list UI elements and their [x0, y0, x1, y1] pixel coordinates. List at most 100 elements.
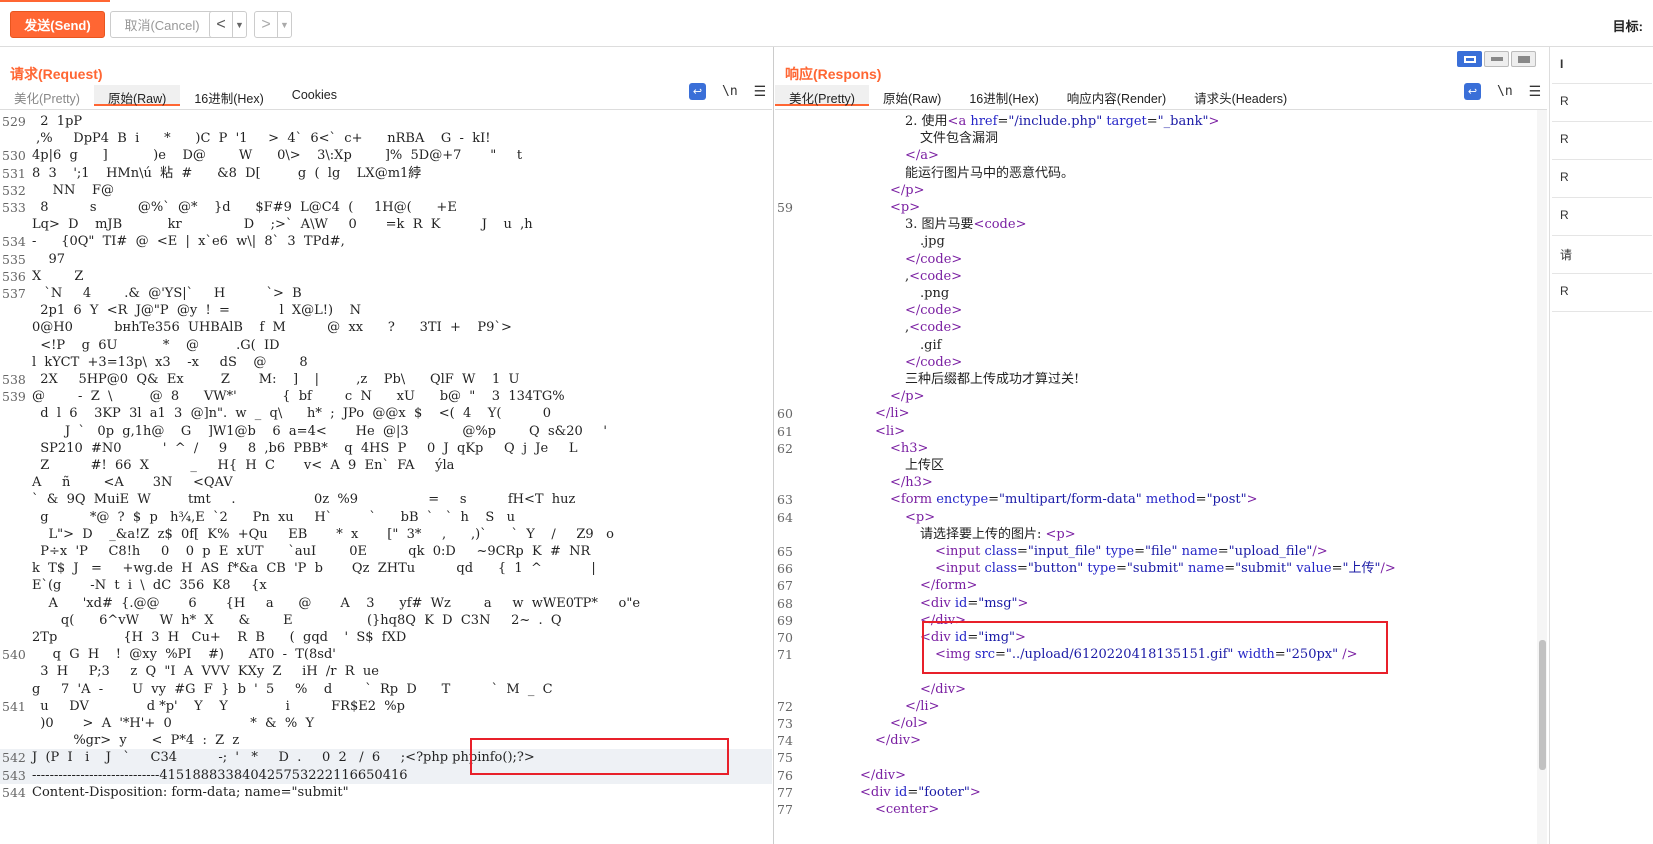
- target-label: 目标:: [1612, 19, 1643, 34]
- code-text: l kYCT +3=13p\ x3 -x dS @ 8: [32, 354, 308, 370]
- request-editor[interactable]: 529 2 1pP ,% DpP4 B i * )C P '1 > 4` 6<`…: [0, 109, 772, 844]
- code-text: </div>: [860, 767, 907, 783]
- menu-icon[interactable]: ☰: [1529, 83, 1542, 100]
- layout-side-by-side-icon[interactable]: [1457, 51, 1482, 67]
- layout-stacked-icon[interactable]: [1484, 51, 1509, 67]
- code-text: %gr> y < P*4 : Z z: [32, 733, 240, 749]
- line-number: 72: [777, 698, 793, 714]
- line-number: 540: [2, 647, 26, 663]
- code-line: 72 </li>: [775, 698, 1547, 715]
- back-dropdown-icon[interactable]: ▼: [232, 12, 246, 37]
- code-text: <div id="msg">: [920, 595, 1029, 611]
- side-item[interactable]: R: [1560, 208, 1569, 222]
- line-number: 533: [2, 200, 26, 215]
- code-text: 8 3 ';1 HMn\ú 粘 # &8 D[ g ( lg LX@m1綍: [32, 165, 422, 181]
- code-line: 535 97: [0, 251, 772, 268]
- code-text: <li>: [875, 423, 906, 439]
- response-editor[interactable]: 2. 使用<a href="/include.php" target="_ban…: [775, 109, 1547, 844]
- code-text: k T$ J = +wg.de H AS f*&a CB 'P b Qz ZHT…: [32, 561, 596, 577]
- code-line: 74 </div>: [775, 732, 1547, 749]
- code-line: 2p1 6 Y <R J@"P @y ! = l X@L!) N: [0, 302, 772, 319]
- forward-dropdown-icon[interactable]: ▼: [277, 12, 291, 37]
- tab-response-hex[interactable]: 16进制(Hex): [955, 85, 1052, 106]
- side-item[interactable]: I: [1560, 57, 1563, 71]
- code-line: </div>: [775, 681, 1547, 698]
- code-line: 73 </ol>: [775, 715, 1547, 732]
- code-line: 2. 使用<a href="/include.php" target="_ban…: [775, 113, 1547, 130]
- send-button[interactable]: 发送(Send): [10, 11, 105, 38]
- menu-icon[interactable]: ☰: [754, 83, 767, 100]
- code-line: 60 </li>: [775, 405, 1547, 422]
- code-line: J ` 0p g,1h@ G ]W1@b 6 a=4< He @|3 @%p Q…: [0, 423, 772, 440]
- line-number: 70: [777, 630, 793, 645]
- side-item[interactable]: R: [1560, 132, 1569, 146]
- code-text: 8 s @%` @* }d $F#9 L@C4 ( 1H@( +E: [32, 200, 457, 215]
- tab-request-hex[interactable]: 16进制(Hex): [180, 85, 277, 106]
- code-text: d l 6 3KP 3l a1 3 @]n". w _ q\ h* ; JPo …: [32, 406, 552, 422]
- code-text: - {0Q" TI# @ <E | x`e6 w\| 8` 3 TPd#,: [32, 234, 345, 250]
- code-text: g *@ ? $ p h¾,E `2 Pn xu H` ` bB ` ` h S…: [32, 509, 516, 525]
- code-line: </p>: [775, 182, 1547, 199]
- code-text: </p>: [890, 389, 925, 405]
- newline-icon[interactable]: \n: [722, 84, 738, 99]
- line-number: 531: [2, 165, 26, 181]
- side-item[interactable]: R: [1560, 170, 1569, 184]
- request-tabs: 美化(Pretty) 原始(Raw) 16进制(Hex) Cookies: [0, 85, 351, 106]
- code-text: .jpg: [920, 234, 945, 250]
- tab-request-raw[interactable]: 原始(Raw): [93, 85, 181, 106]
- code-line: 77 <div id="footer">: [775, 784, 1547, 801]
- code-text: <p>: [905, 509, 936, 525]
- code-text: q( 6^vW W h* X & E (}hq8Q K D C3N 2~ . Q: [32, 612, 562, 628]
- forward-button[interactable]: > ▼: [254, 11, 292, 38]
- tab-response-render[interactable]: 响应内容(Render): [1053, 85, 1180, 106]
- code-line: Lq> D mJB kr D ;>` A\W 0 =k R K J u ,h: [0, 216, 772, 233]
- code-line: 2Tp {H 3 H Cu+ R B ( gqd ' S$ fXD: [0, 629, 772, 646]
- code-text: 2Tp {H 3 H Cu+ R B ( gqd ' S$ fXD: [32, 630, 407, 645]
- line-number: 69: [777, 612, 793, 628]
- tab-request-cookies[interactable]: Cookies: [278, 85, 351, 106]
- code-line: <!P g 6U * @ .G( ID: [0, 337, 772, 354]
- wrap-lines-icon[interactable]: ↩: [1464, 83, 1481, 100]
- response-tabs: 美化(Pretty) 原始(Raw) 16进制(Hex) 响应内容(Render…: [775, 85, 1301, 106]
- code-text: <h3>: [890, 440, 929, 456]
- line-number: 77: [777, 802, 793, 817]
- line-number: 530: [2, 148, 26, 164]
- wrap-lines-icon[interactable]: ↩: [689, 83, 706, 100]
- code-text: )0 > A '*H'+ 0 * & % Y: [32, 716, 315, 731]
- pane-divider[interactable]: [773, 47, 774, 844]
- line-number: 65: [777, 544, 793, 559]
- newline-icon[interactable]: \n: [1497, 84, 1513, 99]
- side-item[interactable]: R: [1560, 284, 1569, 298]
- code-line: </code>: [775, 251, 1547, 268]
- code-text: 2X 5HP@0 Q& Ex Z M: ] | ,z Pb\ QlF W 1 U: [32, 372, 520, 387]
- back-button[interactable]: < ▼: [209, 11, 247, 38]
- tab-request-pretty[interactable]: 美化(Pretty): [0, 85, 94, 106]
- line-number: 537: [2, 286, 26, 301]
- cancel-button[interactable]: 取消(Cancel): [110, 11, 214, 38]
- line-number: 529: [2, 114, 26, 129]
- side-item[interactable]: 请: [1560, 246, 1572, 263]
- response-scrollbar-thumb[interactable]: [1539, 640, 1546, 770]
- line-number: 66: [777, 561, 793, 577]
- code-line: ,% DpP4 B i * )C P '1 > 4` 6<` c+ nRBA G…: [0, 130, 772, 147]
- code-line: 538 2X 5HP@0 Q& Ex Z M: ] | ,z Pb\ QlF W…: [0, 371, 772, 388]
- code-text: <form enctype="multipart/form-data" meth…: [890, 492, 1258, 508]
- tab-response-pretty[interactable]: 美化(Pretty): [775, 85, 869, 106]
- chevron-right-icon: >: [261, 15, 271, 33]
- code-line: 68 <div id="msg">: [775, 595, 1547, 612]
- code-line: ,<code>: [775, 319, 1547, 336]
- code-line: 62 <h3>: [775, 440, 1547, 457]
- code-text: q G H ! @xy %PI #) AT0 - T(8sd': [32, 647, 336, 663]
- code-text: J ` 0p g,1h@ G ]W1@b 6 a=4< He @|3 @%p Q…: [32, 423, 607, 439]
- tab-response-headers[interactable]: 请求头(Headers): [1180, 85, 1301, 106]
- response-title: 响应(Respons): [785, 66, 882, 82]
- line-number: 64: [777, 509, 793, 525]
- code-text: NN F@: [32, 182, 114, 198]
- code-text: <div id="footer">: [860, 784, 981, 800]
- tab-response-raw[interactable]: 原始(Raw): [869, 85, 955, 106]
- code-text: </div>: [920, 681, 967, 697]
- chevron-left-icon: <: [216, 15, 226, 33]
- code-line: 67 </form>: [775, 577, 1547, 594]
- side-item[interactable]: R: [1560, 94, 1569, 108]
- layout-single-icon[interactable]: [1511, 51, 1536, 67]
